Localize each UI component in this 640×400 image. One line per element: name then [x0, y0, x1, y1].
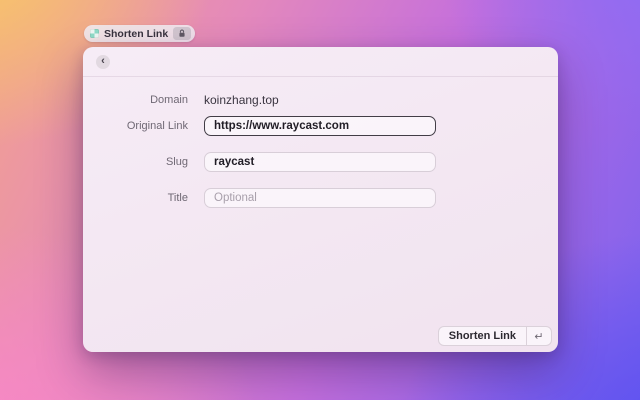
title-input[interactable]	[204, 188, 436, 208]
shorten-link-button-label: Shorten Link	[439, 327, 526, 345]
domain-label: Domain	[83, 94, 188, 106]
form-row-slug: Slug	[83, 152, 558, 172]
desktop: { "launcher_pill": { "label": "Shorten L…	[0, 0, 640, 400]
chevron-left-icon: ‹	[101, 56, 105, 67]
lock-badge	[173, 27, 191, 40]
form-row-title: Title	[83, 188, 558, 208]
command-pill[interactable]: Shorten Link	[84, 25, 195, 42]
raycast-window: ‹ Domain koinzhang.top Original Link Slu…	[83, 47, 558, 352]
slug-input[interactable]	[204, 152, 436, 172]
form-row-domain: Domain koinzhang.top	[83, 90, 558, 110]
domain-value: koinzhang.top	[204, 93, 279, 107]
shorten-link-form: Domain koinzhang.top Original Link Slug …	[83, 77, 558, 208]
command-pill-label: Shorten Link	[104, 28, 168, 40]
window-header: ‹	[83, 47, 558, 77]
slug-label: Slug	[83, 156, 188, 168]
extension-icon	[90, 29, 99, 38]
back-button[interactable]: ‹	[96, 55, 110, 69]
form-row-original-link: Original Link	[83, 116, 558, 136]
enter-key-icon: ↵	[526, 327, 551, 345]
lock-icon	[178, 29, 186, 38]
shorten-link-button[interactable]: Shorten Link ↵	[438, 326, 552, 346]
title-label: Title	[83, 192, 188, 204]
original-link-label: Original Link	[83, 120, 188, 132]
original-link-input[interactable]	[204, 116, 436, 136]
